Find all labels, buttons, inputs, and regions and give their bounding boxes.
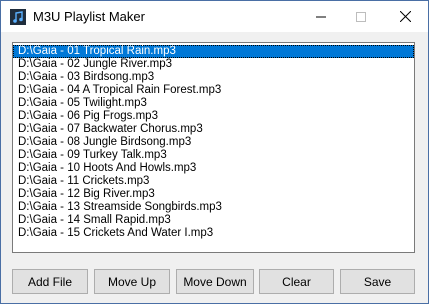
playlist-listbox[interactable]: D:\Gaia - 01 Tropical Rain.mp3 D:\Gaia - … — [12, 42, 415, 253]
list-item[interactable]: D:\Gaia - 09 Turkey Talk.mp3 — [13, 149, 414, 162]
list-item[interactable]: D:\Gaia - 10 Hoots And Howls.mp3 — [13, 162, 414, 175]
save-button[interactable]: Save — [340, 269, 415, 294]
list-item[interactable]: D:\Gaia - 07 Backwater Chorus.mp3 — [13, 123, 414, 136]
list-item[interactable]: D:\Gaia - 08 Jungle Birdsong.mp3 — [13, 136, 414, 149]
move-up-button[interactable]: Move Up — [94, 269, 170, 294]
window-title: M3U Playlist Maker — [33, 9, 145, 24]
list-item[interactable]: D:\Gaia - 03 Birdsong.mp3 — [13, 71, 414, 84]
maximize-button[interactable] — [341, 1, 381, 32]
add-file-button[interactable]: Add File — [12, 269, 88, 294]
title-bar[interactable]: M3U Playlist Maker — [1, 1, 428, 32]
move-down-button[interactable]: Move Down — [176, 269, 254, 294]
client-area: D:\Gaia - 01 Tropical Rain.mp3 D:\Gaia - … — [1, 32, 428, 303]
clear-button[interactable]: Clear — [259, 269, 334, 294]
list-item[interactable]: D:\Gaia - 05 Twilight.mp3 — [13, 97, 414, 110]
list-item[interactable]: D:\Gaia - 06 Pig Frogs.mp3 — [13, 110, 414, 123]
maximize-icon — [356, 11, 366, 22]
list-item[interactable]: D:\Gaia - 01 Tropical Rain.mp3 — [13, 45, 414, 58]
music-note-icon — [10, 9, 26, 25]
list-item[interactable]: D:\Gaia - 11 Crickets.mp3 — [13, 175, 414, 188]
list-item[interactable]: D:\Gaia - 13 Streamside Songbirds.mp3 — [13, 201, 414, 214]
minimize-button[interactable] — [301, 1, 341, 32]
close-icon — [399, 11, 411, 22]
playlist-items: D:\Gaia - 01 Tropical Rain.mp3 D:\Gaia - … — [13, 43, 414, 240]
list-item[interactable]: D:\Gaia - 04 A Tropical Rain Forest.mp3 — [13, 84, 414, 97]
list-item[interactable]: D:\Gaia - 14 Small Rapid.mp3 — [13, 214, 414, 227]
app-window: M3U Playlist Maker D:\Gaia - 01 Tropical… — [0, 0, 429, 304]
list-item[interactable]: D:\Gaia - 02 Jungle River.mp3 — [13, 58, 414, 71]
close-button[interactable] — [385, 1, 425, 32]
minimize-icon — [316, 16, 326, 17]
list-item[interactable]: D:\Gaia - 15 Crickets And Water I.mp3 — [13, 227, 414, 240]
list-item[interactable]: D:\Gaia - 12 Big River.mp3 — [13, 188, 414, 201]
